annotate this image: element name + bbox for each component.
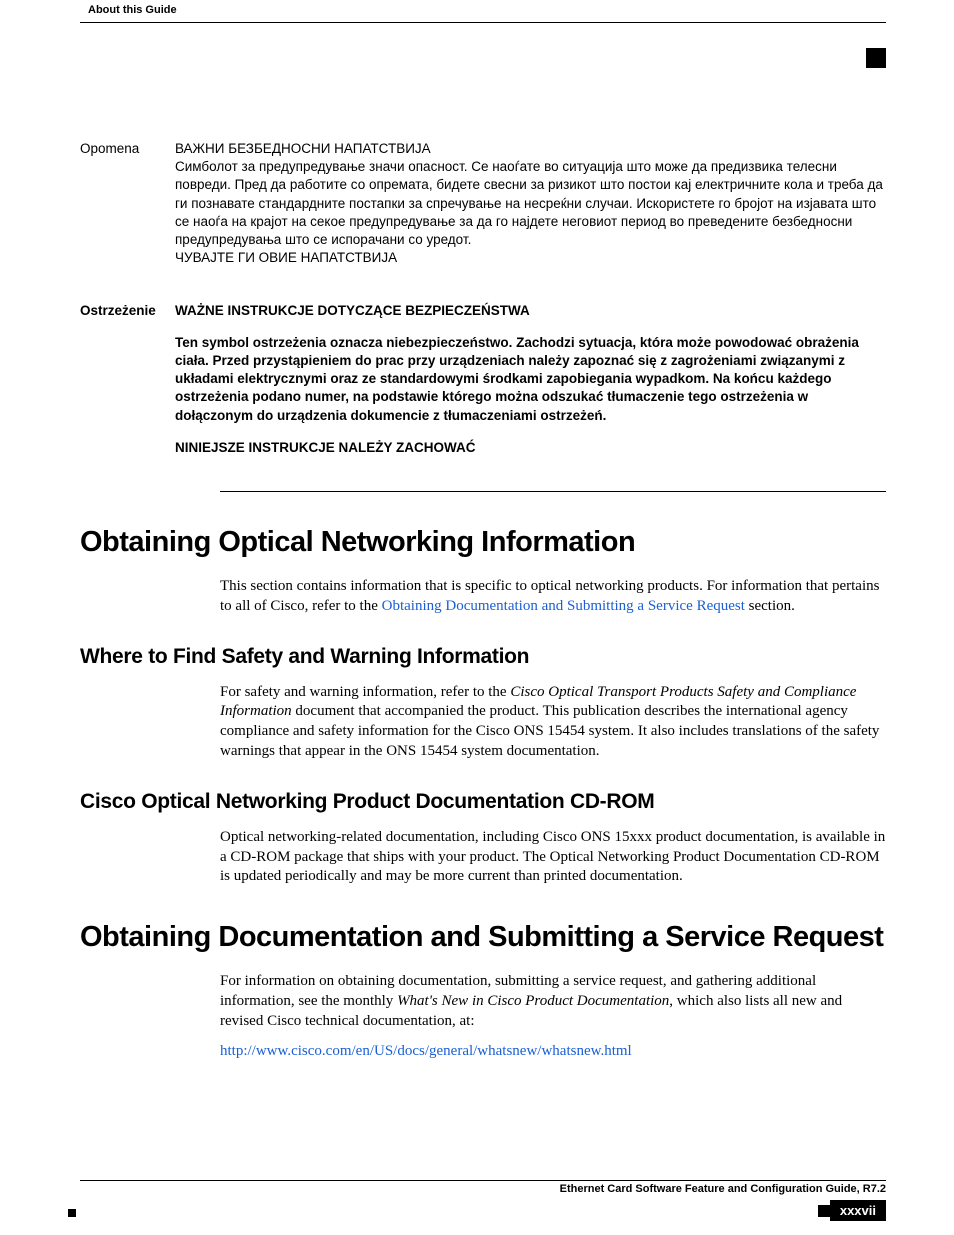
running-head: About this Guide bbox=[88, 4, 177, 16]
heading-obtaining-doc: Obtaining Documentation and Submitting a… bbox=[80, 921, 886, 954]
warning-footer: ЧУВАЈТЕ ГИ ОВИЕ НАПАТСТВИЈА bbox=[175, 249, 886, 267]
heading-obtaining-optical: Obtaining Optical Networking Information bbox=[80, 526, 886, 559]
footer-marker-icon bbox=[68, 1209, 76, 1217]
text-span: section. bbox=[745, 598, 795, 614]
document-page: About this Guide Opomena ВАЖНИ БЕЗБЕДНОС… bbox=[0, 0, 954, 1235]
warning-block: Ostrzeżenie WAŻNE INSTRUKCJE DOTYCZĄCE B… bbox=[80, 302, 886, 468]
link-whatsnew[interactable]: http://www.cisco.com/en/US/docs/general/… bbox=[220, 1043, 632, 1059]
page-number: xxxvii bbox=[830, 1200, 886, 1221]
warning-title: ВАЖНИ БЕЗБЕДНОСНИ НАПАТСТВИЈА bbox=[175, 140, 886, 158]
body-paragraph: For safety and warning information, refe… bbox=[220, 683, 886, 762]
warning-body: ВАЖНИ БЕЗБЕДНОСНИ НАПАТСТВИЈА Симболот з… bbox=[175, 140, 886, 278]
footer-doc-title: Ethernet Card Software Feature and Confi… bbox=[560, 1183, 886, 1195]
footer-page-block: xxxvii bbox=[818, 1200, 886, 1221]
text-span: document that accompanied the product. T… bbox=[220, 703, 879, 759]
warning-body: WAŻNE INSTRUKCJE DOTYCZĄCE BEZPIECZEŃSTW… bbox=[175, 302, 886, 468]
body-paragraph: Optical networking-related documentation… bbox=[220, 828, 886, 887]
warning-text: Ten symbol ostrzeżenia oznacza niebezpie… bbox=[175, 334, 886, 425]
heading-safety-warning: Where to Find Safety and Warning Informa… bbox=[80, 645, 886, 669]
page-content: Opomena ВАЖНИ БЕЗБЕДНОСНИ НАПАТСТВИЈА Си… bbox=[80, 140, 886, 1071]
body-paragraph: For information on obtaining documentati… bbox=[220, 972, 886, 1031]
italic-span: What's New in Cisco Product Documentatio… bbox=[397, 993, 669, 1009]
heading-cdrom: Cisco Optical Networking Product Documen… bbox=[80, 790, 886, 814]
header-rule bbox=[80, 22, 886, 23]
footer-rule bbox=[80, 1180, 886, 1181]
body-paragraph: http://www.cisco.com/en/US/docs/general/… bbox=[220, 1042, 886, 1062]
warning-label: Ostrzeżenie bbox=[80, 302, 175, 468]
text-span: For safety and warning information, refe… bbox=[220, 684, 510, 700]
body-paragraph: This section contains information that i… bbox=[220, 577, 886, 617]
footer-square-icon bbox=[818, 1205, 830, 1217]
warning-text: Симболот за предупредување значи опаснос… bbox=[175, 158, 886, 249]
warning-footer: NINIEJSZE INSTRUKCJE NALEŻY ZACHOWAĆ bbox=[175, 439, 886, 457]
header-marker-icon bbox=[866, 48, 886, 68]
link-obtaining-doc[interactable]: Obtaining Documentation and Submitting a… bbox=[382, 598, 745, 614]
warning-block: Opomena ВАЖНИ БЕЗБЕДНОСНИ НАПАТСТВИЈА Си… bbox=[80, 140, 886, 278]
warning-label: Opomena bbox=[80, 140, 175, 278]
warning-title: WAŻNE INSTRUKCJE DOTYCZĄCE BEZPIECZEŃSTW… bbox=[175, 302, 886, 320]
section-rule bbox=[220, 491, 886, 492]
